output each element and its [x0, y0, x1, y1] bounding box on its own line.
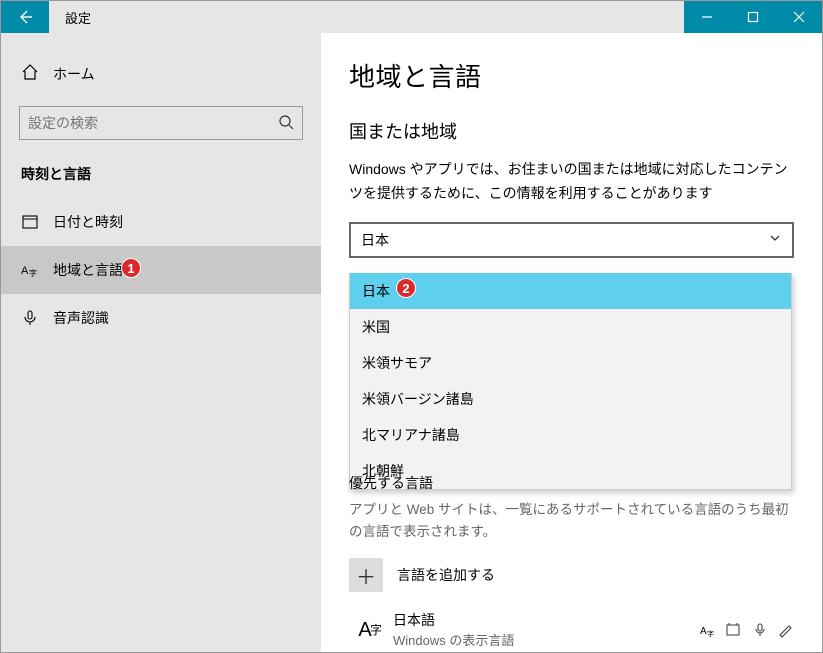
handwriting-icon[interactable] [778, 622, 794, 638]
svg-text:A: A [21, 265, 29, 277]
nav-item-speech[interactable]: 音声認識 [1, 294, 321, 342]
home-icon [21, 63, 39, 84]
dropdown-label: 米領サモア [362, 355, 432, 371]
search-input[interactable] [28, 115, 278, 131]
section-subtext: Windows やアプリでは、お住まいの国または地域に対応したコンテンツを提供す… [349, 158, 794, 206]
microphone-icon [21, 309, 39, 327]
category-title: 時刻と言語 [1, 160, 321, 198]
dropdown-item[interactable]: 北マリアナ諸島 [350, 417, 791, 453]
close-button[interactable] [776, 1, 822, 33]
arrow-left-icon [17, 9, 33, 25]
nav-item-region-language[interactable]: A字 地域と言語 1 [1, 246, 321, 294]
combo-value: 日本 [361, 230, 389, 250]
dropdown-item[interactable]: 日本 2 [350, 273, 791, 309]
dropdown-label: 米国 [362, 319, 390, 335]
home-link[interactable]: ホーム [1, 53, 321, 94]
svg-text:字: 字 [29, 268, 37, 278]
svg-text:字: 字 [707, 629, 714, 638]
dropdown-item[interactable]: 米国 [350, 309, 791, 345]
dropdown-label: 日本 [362, 283, 390, 299]
dropdown-item[interactable]: 米領サモア [350, 345, 791, 381]
language-icon: A字 [21, 261, 39, 279]
speech-icon[interactable] [752, 622, 768, 638]
callout-badge-1: 1 [121, 258, 141, 278]
chevron-down-icon [768, 231, 782, 248]
close-icon [793, 11, 805, 23]
country-combo[interactable]: 日本 [349, 222, 794, 258]
main: ホーム 時刻と言語 日付と時刻 A字 地域と言語 1 音声 [1, 33, 822, 652]
search-box[interactable] [19, 106, 303, 140]
language-info: 日本語 Windows の表示言語 [393, 610, 514, 649]
sidebar: ホーム 時刻と言語 日付と時刻 A字 地域と言語 1 音声 [1, 33, 321, 652]
titlebar: 設定 [1, 1, 822, 33]
add-language-label: 言語を追加する [397, 565, 495, 585]
window-controls [684, 1, 822, 33]
language-subtext: Windows の表示言語 [393, 630, 514, 649]
window-title: 設定 [49, 1, 684, 33]
preferred-languages-title: 優先する言語 [349, 473, 794, 493]
keyboard-layout-icon[interactable]: A字 [700, 622, 716, 638]
page-heading: 地域と言語 [349, 57, 794, 94]
country-dropdown: 日本 2 米国 米領サモア 米領バージン諸島 北マリアナ諸島 北朝鮮 [349, 273, 792, 490]
preferred-languages-sub: アプリと Web サイトは、一覧にあるサポートされている言語のうち最初の言語で表… [349, 499, 794, 542]
dropdown-item[interactable]: 米領バージン諸島 [350, 381, 791, 417]
svg-text:A: A [700, 626, 707, 637]
back-button[interactable] [1, 1, 49, 33]
add-language-button[interactable]: ＋ 言語を追加する [349, 558, 794, 592]
home-label: ホーム [53, 64, 95, 84]
nav-label: 地域と言語 [53, 260, 123, 280]
nav-item-datetime[interactable]: 日付と時刻 [1, 198, 321, 246]
content: 地域と言語 国または地域 Windows やアプリでは、お住まいの国または地域に… [321, 33, 822, 652]
dropdown-label: 米領バージン諸島 [362, 391, 474, 407]
maximize-icon [747, 11, 759, 23]
section-heading: 国または地域 [349, 118, 794, 144]
dropdown-label: 北マリアナ諸島 [362, 427, 460, 443]
language-name: 日本語 [393, 610, 514, 630]
calendar-icon [21, 213, 39, 231]
language-actions: A字 [700, 622, 794, 638]
minimize-button[interactable] [684, 1, 730, 33]
region-format-icon[interactable] [726, 622, 742, 638]
maximize-button[interactable] [730, 1, 776, 33]
language-glyph-icon: A字 [349, 615, 381, 645]
minimize-icon [701, 11, 713, 23]
plus-icon: ＋ [349, 558, 383, 592]
callout-badge-2: 2 [396, 278, 416, 298]
nav-label: 音声認識 [53, 308, 109, 328]
language-entry[interactable]: A字 日本語 Windows の表示言語 A字 [349, 610, 794, 649]
nav-label: 日付と時刻 [53, 212, 123, 232]
search-icon [278, 114, 294, 133]
